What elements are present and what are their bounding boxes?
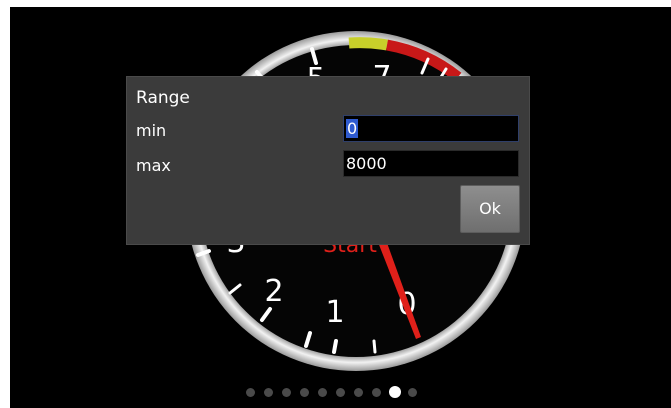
- max-input[interactable]: 8000: [343, 150, 519, 177]
- page-dot[interactable]: [318, 388, 327, 397]
- ok-button[interactable]: Ok: [460, 185, 520, 233]
- min-input[interactable]: 0: [343, 115, 519, 142]
- gauge-tick: [332, 339, 338, 354]
- page-dot[interactable]: [354, 388, 363, 397]
- gauge-tick: [372, 339, 377, 354]
- page-dot[interactable]: [372, 388, 381, 397]
- min-input-value: 0: [346, 119, 359, 138]
- page-dot[interactable]: [336, 388, 345, 397]
- page-dot[interactable]: [300, 388, 309, 397]
- page-dot[interactable]: [264, 388, 273, 397]
- max-input-value: 8000: [346, 154, 387, 173]
- page-dot[interactable]: [408, 388, 417, 397]
- page-dot-active[interactable]: [389, 386, 401, 398]
- max-label: max: [136, 156, 171, 175]
- page-dot[interactable]: [246, 388, 255, 397]
- gauge-yellow-zone: [348, 37, 388, 51]
- gauge-tick-label-1: 1: [325, 295, 344, 330]
- dialog-title: Range: [136, 88, 190, 108]
- page-dot[interactable]: [282, 388, 291, 397]
- range-dialog: Range min 0 max 8000 Ok: [126, 76, 530, 245]
- gauge-tick-label-2: 2: [264, 274, 283, 309]
- min-label: min: [136, 121, 167, 140]
